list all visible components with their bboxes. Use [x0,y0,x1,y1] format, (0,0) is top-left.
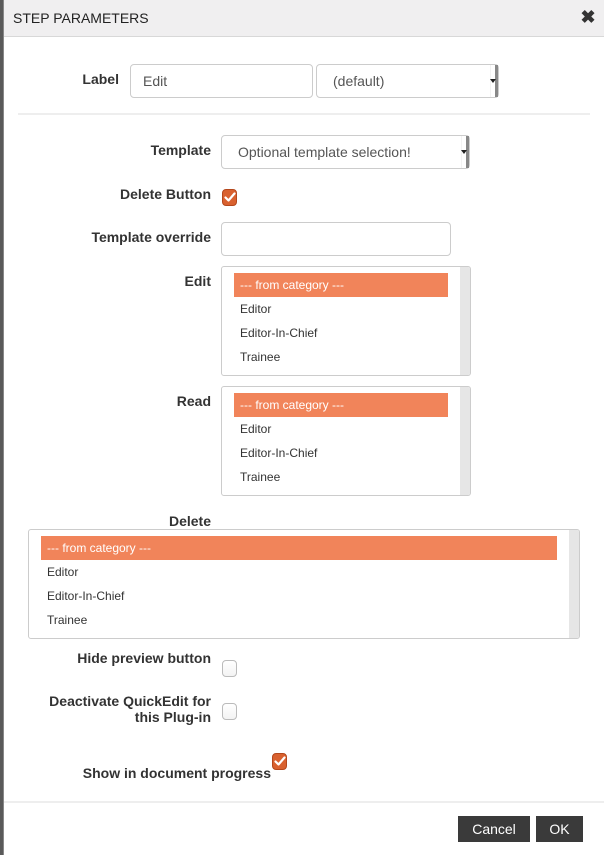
delete-option[interactable]: Editor-In-Chief [41,584,557,608]
close-icon[interactable]: ✖ [580,8,596,26]
delete-option[interactable]: Trainee [41,608,557,632]
read-listbox-scrollbar[interactable] [460,387,470,495]
dialog-title: STEP PARAMETERS [13,10,149,26]
read-label: Read [176,393,211,409]
template-select-value: Optional template selection! [238,144,411,160]
delete-label: Delete [168,513,211,529]
read-option[interactable]: Trainee [234,465,448,489]
delete-listbox[interactable]: --- from category --- Editor Editor-In-C… [28,529,580,639]
delete-button-checkbox[interactable] [222,189,237,206]
checkmark-icon [223,192,236,202]
delete-listbox-scrollbar[interactable] [569,530,579,638]
read-option[interactable]: Editor-In-Chief [234,441,448,465]
template-override-input[interactable] [221,222,451,256]
edit-label: Edit [184,273,211,289]
read-listbox[interactable]: --- from category --- Editor Editor-In-C… [221,386,471,496]
label-field-label: Label [82,71,119,87]
deactivate-quickedit-label-line1: Deactivate QuickEdit for [49,693,211,709]
delete-button-label: Delete Button [120,186,211,202]
checkmark-icon [273,756,286,766]
label-input[interactable]: Edit [130,64,313,98]
show-progress-checkbox[interactable] [272,753,287,770]
template-override-label: Template override [91,229,211,245]
chevron-down-icon [461,136,469,168]
template-label: Template [150,142,211,158]
label-language-select-value: (default) [333,73,385,89]
edit-listbox[interactable]: --- from category --- Editor Editor-In-C… [221,266,471,376]
edit-option[interactable]: Editor [234,297,448,321]
divider [18,113,590,115]
dialog-titlebar: STEP PARAMETERS ✖ [4,0,604,37]
step-parameters-dialog: STEP PARAMETERS ✖ Label Edit (default) T… [3,0,604,855]
read-option[interactable]: Editor [234,417,448,441]
deactivate-quickedit-label: Deactivate QuickEdit for this Plug-in [4,693,211,725]
edit-option[interactable]: --- from category --- [234,273,448,297]
hide-preview-label: Hide preview button [77,650,211,666]
delete-option[interactable]: Editor [41,560,557,584]
template-select[interactable]: Optional template selection! [221,135,470,169]
deactivate-quickedit-label-line2: this Plug-in [134,709,211,725]
deactivate-quickedit-checkbox[interactable] [222,703,237,720]
chevron-down-icon [490,65,498,97]
read-option[interactable]: --- from category --- [234,393,448,417]
label-language-select[interactable]: (default) [316,64,499,98]
edit-listbox-scrollbar[interactable] [460,267,470,375]
show-progress-label: Show in document progress [82,765,271,781]
edit-option[interactable]: Editor-In-Chief [234,321,448,345]
edit-option[interactable]: Trainee [234,345,448,369]
cancel-button[interactable]: Cancel [458,816,530,842]
ok-button[interactable]: OK [536,816,583,842]
footer-divider [4,801,604,803]
delete-option[interactable]: --- from category --- [41,536,557,560]
hide-preview-checkbox[interactable] [222,660,237,677]
